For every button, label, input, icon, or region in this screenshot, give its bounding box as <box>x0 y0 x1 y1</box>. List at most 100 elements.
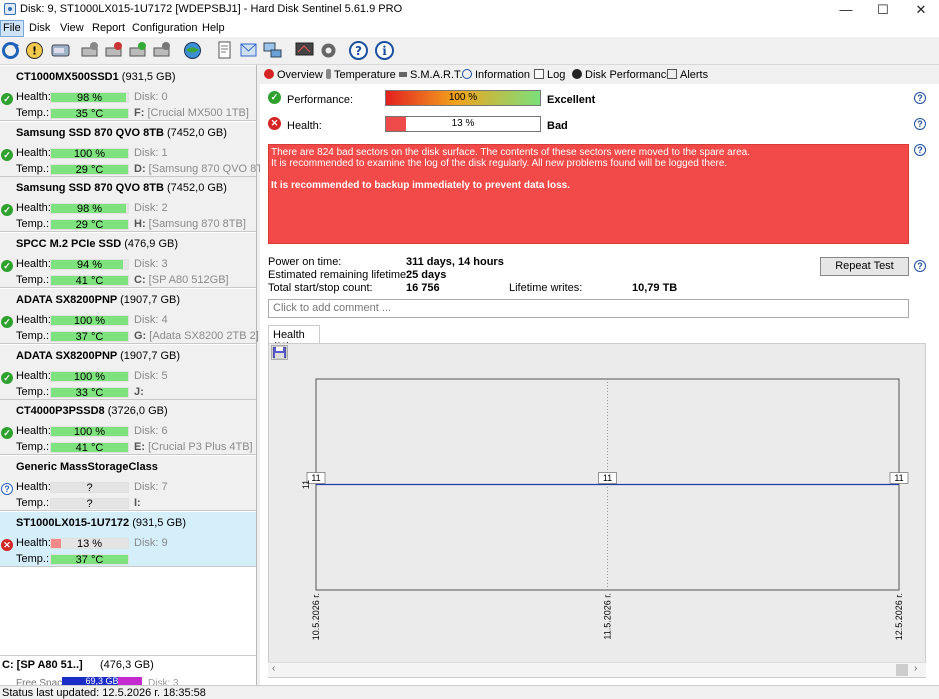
disk-entry[interactable]: SPCC M.2 PCIe SSD (476,9 GB) ✓ Health: 94 %… <box>0 233 256 289</box>
menu-report[interactable]: Report <box>92 22 125 34</box>
network-icon[interactable] <box>262 40 283 61</box>
disk-settings-icon[interactable] <box>152 40 173 61</box>
tab-information[interactable]: Information <box>462 69 530 81</box>
tab-log[interactable]: Log <box>534 69 565 81</box>
repeat-help-icon[interactable]: ? <box>914 260 926 272</box>
health-bad-icon: ✕ <box>268 117 281 130</box>
health-label: Health: <box>16 258 51 271</box>
tab-bar: Overview Temperature S.M.A.R.T. Informat… <box>260 66 939 84</box>
self-test-icon[interactable] <box>128 40 149 61</box>
performance-ok-icon: ✓ <box>268 91 281 104</box>
disk-name: Generic MassStorageClass <box>16 460 158 473</box>
menu-help[interactable]: Help <box>202 22 225 34</box>
gauge-icon <box>572 69 582 79</box>
overview-icon <box>264 69 274 79</box>
svg-text:?: ? <box>355 44 362 58</box>
refresh-icon[interactable] <box>0 40 21 61</box>
disk-name: Samsung SSD 870 QVO 8TB (7452,0 GB) <box>16 182 227 195</box>
volume-size: (476,3 GB) <box>100 659 154 671</box>
volume-label: J: <box>134 385 144 398</box>
status-ok-icon: ✓ <box>1 148 13 161</box>
globe-icon[interactable] <box>182 40 203 61</box>
floppy-icon <box>272 346 287 359</box>
tab-smart[interactable]: S.M.A.R.T. <box>399 69 463 81</box>
menu-configuration[interactable]: Configuration <box>132 22 197 34</box>
status-unknown-icon: ? <box>1 482 13 495</box>
status-ok-icon: ✓ <box>1 371 13 384</box>
performance-rating: Excellent <box>547 94 596 106</box>
report-icon[interactable] <box>214 40 235 61</box>
disk-number: Disk: 0 <box>134 91 168 103</box>
temp-label: Temp.: <box>16 218 50 231</box>
disk-entry[interactable]: Generic MassStorageClass ? Health:? Disk: … <box>0 455 256 511</box>
disk-icon[interactable] <box>50 40 71 61</box>
scroll-right-icon[interactable]: › <box>914 663 917 674</box>
send-report-icon[interactable] <box>238 40 259 61</box>
test-icon[interactable] <box>80 40 101 61</box>
lifetime-writes-value: 10,79 TB <box>632 282 678 294</box>
disk-entry[interactable]: ADATA SX8200PNP (1907,7 GB) ✓ Health: 100 %… <box>0 288 259 344</box>
volume-name: C: [SP A80 51..] <box>2 659 83 671</box>
health-chart-area: 11 11 11 11 10.5.2026 г. 11.5.2026 г. 12.5.202… <box>268 343 926 678</box>
tab-overview[interactable]: Overview <box>264 69 323 81</box>
performance-bar: 100 % <box>385 90 541 106</box>
tab-disk-performance[interactable]: Disk Performance <box>572 69 672 81</box>
volume-panel: C: [SP A80 51..] (476,3 GB) Free Space 6… <box>0 655 257 689</box>
save-chart-icon[interactable] <box>271 345 288 360</box>
monitor-icon[interactable] <box>294 40 315 61</box>
alert-backup-warning: It is recommended to backup immediately … <box>271 180 570 191</box>
surface-test-icon[interactable] <box>104 40 125 61</box>
x-tick-label: 12.5.2026 г. <box>894 593 904 640</box>
health-chart: 11 11 111110.5.2026 г. 11.5.2026 г. 12.5.202… <box>301 378 909 640</box>
tab-health-chart[interactable]: Health (%) <box>268 325 320 353</box>
about-icon[interactable]: i <box>374 40 395 61</box>
close-icon[interactable]: ✕ <box>904 0 938 20</box>
disk-entry[interactable]: ST1000LX015-1U7172 (931,5 GB) ✕ Health: 13 … <box>0 511 256 567</box>
comment-input[interactable]: Click to add comment ... <box>268 299 909 318</box>
menu-view[interactable]: View <box>60 22 84 34</box>
temp-bar: 37 °C <box>50 553 129 566</box>
disk-entry[interactable]: CT1000MX500SSD1 (931,5 GB) ✓ Health: 98 % Di… <box>0 66 256 121</box>
health-label: Health: <box>16 480 51 493</box>
alert-icon[interactable]: ! <box>24 40 45 61</box>
repeat-test-button[interactable]: Repeat Test <box>820 257 909 276</box>
health-label: Health: <box>16 425 51 438</box>
disk-entry[interactable]: Samsung SSD 870 QVO 8TB (7452,0 GB) ✓ Heal… <box>0 177 256 233</box>
disk-number: Disk: 1 <box>134 146 168 159</box>
performance-label: Performance: <box>287 94 354 106</box>
minimize-icon[interactable]: — <box>829 0 863 20</box>
remaining-lifetime-value: 25 days <box>406 269 447 281</box>
app-icon <box>4 3 16 15</box>
health-label: Health: <box>16 202 51 215</box>
health-bar: 13 % <box>385 116 541 132</box>
tab-alerts[interactable]: Alerts <box>667 69 708 81</box>
disk-number: Disk: 5 <box>134 369 168 382</box>
disk-entry[interactable]: Samsung SSD 870 QVO 8TB (7452,0 GB) ✓ Heal… <box>0 121 273 177</box>
disk-entry[interactable]: CT4000P3PSSD8 (3726,0 GB) ✓ Health: 100 % Di… <box>0 400 256 456</box>
disk-entry[interactable]: ADATA SX8200PNP (1907,7 GB) ✓ Health: 100 %… <box>0 344 256 400</box>
start-stop-label: Total start/stop count: <box>268 282 373 294</box>
scroll-left-icon[interactable]: ‹ <box>272 663 275 674</box>
alert-help-icon[interactable]: ? <box>914 144 926 156</box>
health-label: Health: <box>16 313 51 326</box>
status-ok-icon: ✓ <box>1 427 13 440</box>
help-icon[interactable]: ? <box>348 40 369 61</box>
performance-help-icon[interactable]: ? <box>914 92 926 104</box>
scroll-thumb[interactable] <box>896 664 908 676</box>
health-label: Health: <box>16 536 51 549</box>
x-tick-label: 10.5.2026 г. <box>311 593 321 640</box>
health-label: Health: <box>16 91 51 103</box>
menu-file[interactable]: File <box>0 20 24 37</box>
chart-horizontal-scrollbar[interactable]: ‹ › <box>268 662 926 677</box>
disk-name: SPCC M.2 PCIe SSD (476,9 GB) <box>16 238 179 251</box>
disk-name: ADATA SX8200PNP (1907,7 GB) <box>16 293 181 306</box>
health-help-icon[interactable]: ? <box>914 118 926 130</box>
menu-disk[interactable]: Disk <box>29 22 50 34</box>
temp-bar: 41 °C <box>50 442 129 454</box>
lifetime-writes-label: Lifetime writes: <box>509 282 583 294</box>
disk-number: Disk: 7 <box>134 480 168 493</box>
tab-temperature[interactable]: Temperature <box>326 69 396 81</box>
maximize-icon[interactable]: ☐ <box>866 0 900 20</box>
start-stop-value: 16 756 <box>406 282 440 294</box>
settings-icon[interactable] <box>318 40 339 61</box>
